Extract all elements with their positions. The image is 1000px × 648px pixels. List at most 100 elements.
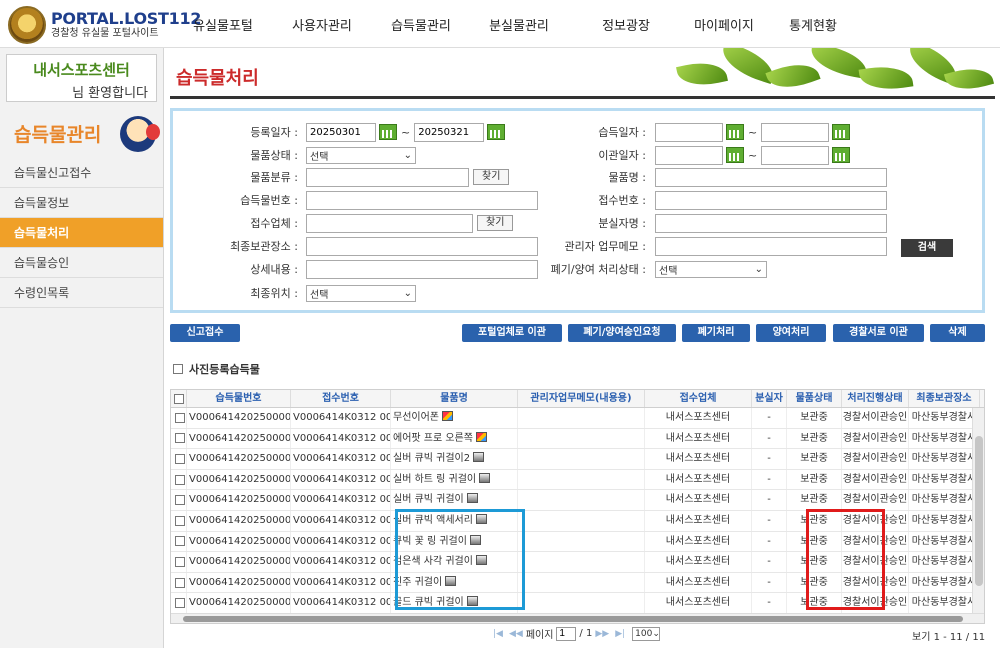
nav-item[interactable]: 통계현황 [770,15,856,34]
column-header[interactable]: 최종보관장소 [909,390,980,407]
column-header[interactable]: 처리진행상태 [842,390,909,407]
delete-button[interactable]: 삭제 [930,324,985,342]
calendar-icon[interactable] [832,124,851,140]
nav-item[interactable]: 사용자관리 [266,15,378,34]
table-cell[interactable]: 실버 큐빅 귀걸이2 [391,449,518,469]
photo-filter-checkbox[interactable] [173,364,183,374]
row-checkbox[interactable] [174,598,185,609]
found-date-to-input[interactable] [761,122,830,142]
reg-date-to-input[interactable] [414,122,485,142]
table-cell[interactable]: 진주 귀걸이 [391,572,518,593]
horizontal-scrollbar[interactable] [171,613,984,623]
transfer-date-to-input[interactable] [761,145,830,165]
photo-filter[interactable]: 사진등록습득물 [173,361,260,377]
nav-item[interactable]: 습득물관리 [378,15,464,34]
row-checkbox[interactable] [174,474,185,485]
photo-icon[interactable] [479,472,491,483]
page-number-input[interactable] [556,626,577,641]
calendar-icon[interactable] [832,147,851,163]
item-status-select[interactable]: 선택 ⌄ [306,146,416,164]
calendar-icon[interactable] [726,147,744,163]
nav-item[interactable]: 분실물관리 [464,15,574,34]
vertical-scroll-thumb[interactable] [975,436,983,586]
row-checkbox[interactable] [174,577,185,588]
admin-memo-input[interactable] [655,236,887,256]
final-location-select[interactable]: 선택 ⌄ [306,284,416,302]
photo-icon[interactable] [475,513,487,524]
table-cell[interactable]: 실버 큐빅 귀걸이 [391,490,518,510]
photo-icon[interactable] [469,534,481,545]
disposal-select[interactable]: 선택 ⌄ [655,260,767,278]
table-cell[interactable]: 에어팟 프로 오른쪽 [391,428,518,449]
column-header[interactable]: 분실자 [752,390,787,407]
owner-input[interactable] [655,213,887,233]
disposal-request-button[interactable]: 폐기/양여승인요청 [568,324,676,342]
row-checkbox[interactable] [174,515,185,526]
table-row[interactable]: V00064142025000003V0006414K0312 0002골드 큐… [171,593,984,614]
select-all-checkbox[interactable] [173,393,184,404]
column-header[interactable]: 습득물번호 [187,390,291,407]
column-header[interactable]: 물품명 [391,390,518,407]
photo-icon[interactable] [466,596,478,607]
table-cell[interactable]: 큐빅 꽃 링 귀걸이 [391,531,518,552]
report-button[interactable]: 신고접수 [170,324,240,342]
table-row[interactable]: V00064142025000009V0006414K0312 0014실버 하… [171,469,984,491]
donate-button[interactable]: 양여처리 [756,324,826,342]
nav-item[interactable]: 유실물포털 [180,15,266,34]
site-logo[interactable]: PORTAL.LOST112 경찰청 유실물 포털사이트 [8,6,201,44]
row-checkbox[interactable] [174,453,185,464]
table-row[interactable]: V00064142025000010V0006414K0312 0016실버 큐… [171,449,984,470]
sidebar-item[interactable]: 습득물처리 [0,218,163,248]
next-page-icon[interactable]: ▶▶ [595,629,609,639]
receipt-no-input[interactable] [655,190,887,210]
receive-company-input[interactable] [306,213,473,233]
row-checkbox[interactable] [174,556,185,567]
table-row[interactable]: V00064142025000008V0006414K0312 0012실버 큐… [171,490,984,511]
sidebar-item[interactable]: 수령인목록 [0,278,163,308]
photo-icon[interactable] [466,493,478,504]
table-row[interactable]: V00064142025000012V0006414K0312 0020무선이어… [171,408,984,429]
column-header[interactable]: 물품상태 [787,390,842,407]
photo-icon[interactable] [475,555,487,566]
table-cell[interactable]: 골드 큐빅 귀걸이 [391,593,518,613]
table-row[interactable]: V00064142025000004V0006414K0312 0004진주 귀… [171,572,984,594]
table-row[interactable]: V00064142025000011V0006414K0312 0018에어팟 … [171,428,984,450]
page-size-select[interactable]: 100 ⌄ [632,626,661,641]
table-row[interactable]: V00064142025000005V0006414K0312 0006검은색 … [171,552,984,573]
disposal-button[interactable]: 폐기처리 [682,324,750,342]
column-header[interactable]: 관리자업무메모(내용용) [518,390,645,407]
table-row[interactable]: V00064142025000006V0006414K0312 0008큐빅 꽃… [171,531,984,553]
column-header[interactable]: 접수번호 [291,390,391,407]
table-row[interactable]: V00064142025000007V0006414K0312 0010실버 큐… [171,510,984,532]
transfer-date-from-input[interactable] [655,145,723,165]
table-cell[interactable]: 실버 하트 링 귀걸이 [391,469,518,490]
sidebar-item[interactable]: 습득물정보 [0,188,163,218]
calendar-icon[interactable] [379,124,397,140]
first-page-icon[interactable]: |◀ [493,629,503,639]
column-header[interactable]: 접수업체 [645,390,752,407]
row-checkbox[interactable] [174,536,185,547]
police-transfer-button[interactable]: 경찰서로 이관 [833,324,924,342]
table-cell[interactable]: 검은색 사각 귀걸이 [391,552,518,572]
table-cell[interactable]: 실버 큐빅 액세서리 [391,510,518,531]
horizontal-scroll-thumb[interactable] [183,616,963,622]
row-checkbox[interactable] [174,412,185,423]
sidebar-item[interactable]: 습득물신고접수 [0,158,163,188]
found-date-from-input[interactable] [655,122,723,142]
prev-page-icon[interactable]: ◀◀ [509,629,523,639]
photo-icon[interactable] [445,575,457,586]
item-name-input[interactable] [655,167,887,187]
photo-icon[interactable] [473,452,485,463]
search-button[interactable]: 검색 [901,239,953,257]
color-photo-icon[interactable] [475,431,487,442]
row-checkbox[interactable] [174,495,185,506]
reg-date-from-input[interactable] [306,122,376,142]
sidebar-item[interactable]: 습득물승인 [0,248,163,278]
table-cell[interactable]: 무선이어폰 [391,408,518,428]
portal-transfer-button[interactable]: 포털업체로 이관 [462,324,562,342]
nav-item[interactable]: 정보광장 [574,15,678,34]
nav-item[interactable]: 마이페이지 [678,15,770,34]
vertical-scrollbar[interactable] [972,408,984,613]
row-checkbox[interactable] [174,433,185,444]
calendar-icon[interactable] [726,124,744,140]
